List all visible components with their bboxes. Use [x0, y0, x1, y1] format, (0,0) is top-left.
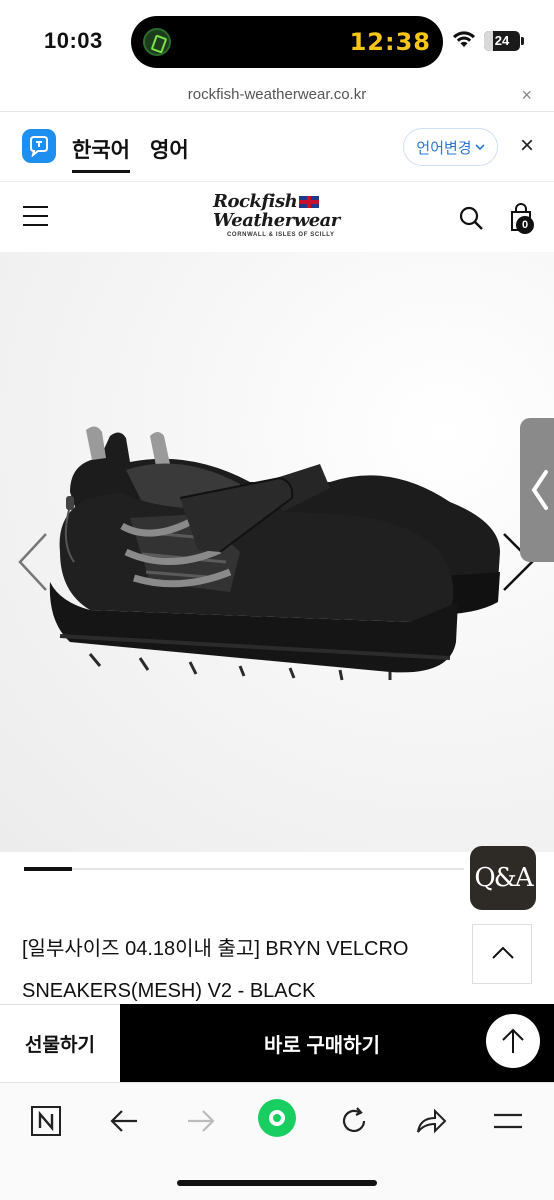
purchase-action-bar: 선물하기 바로 구매하기 [0, 1004, 554, 1082]
url-text[interactable]: rockfish-weatherwear.co.kr [0, 86, 554, 103]
product-title: [일부사이즈 04.18이내 출고] BRYN VELCRO SNEAKERS(… [22, 928, 462, 1012]
share-icon[interactable] [411, 1101, 451, 1141]
scroll-top-button[interactable] [486, 1014, 540, 1068]
logo-subtitle: CORNWALL & ISLES OF SCILLY [227, 232, 335, 238]
status-time: 10:03 [44, 28, 103, 53]
battery-percent: 24 [494, 33, 510, 48]
scroll-up-button[interactable] [472, 924, 532, 984]
reload-icon[interactable] [334, 1101, 374, 1141]
menu-lines-icon[interactable] [488, 1101, 528, 1141]
back-arrow-icon[interactable] [104, 1101, 144, 1141]
logo-line-1: Rockfish [213, 192, 343, 211]
chevron-down-icon [475, 140, 485, 154]
url-bar[interactable]: rockfish-weatherwear.co.kr × [0, 82, 554, 112]
side-panel-tab[interactable] [520, 418, 554, 562]
gallery-progress-track [24, 867, 464, 871]
product-title-line-1: [일부사이즈 04.18이내 출고] BRYN VELCRO [22, 938, 409, 960]
translate-bar: 한국어 영어 언어변경 × [0, 112, 554, 182]
battery-icon: 24 [484, 31, 520, 51]
home-indicator [177, 1180, 377, 1186]
status-bar: 10:03 12:38 24 [0, 0, 554, 82]
forward-arrow-icon[interactable] [181, 1101, 221, 1141]
gift-button[interactable]: 선물하기 [0, 1004, 120, 1082]
wifi-icon [453, 31, 475, 47]
app-activity-icon [143, 28, 171, 56]
product-image[interactable] [0, 252, 554, 852]
change-language-label: 언어변경 [416, 139, 472, 157]
uk-flag-icon [299, 196, 320, 208]
search-icon[interactable] [458, 205, 484, 231]
battery-cap [521, 37, 524, 45]
menu-icon[interactable] [23, 206, 48, 226]
cart-count-badge: 0 [516, 216, 534, 234]
green-dot-icon[interactable] [256, 1097, 298, 1139]
naver-n-icon[interactable] [26, 1101, 66, 1141]
logo-line-2: Weatherwear [213, 210, 340, 231]
chevron-left-icon[interactable] [14, 530, 50, 594]
site-header: Rockfish Weatherwear CORNWALL & ISLES OF… [0, 182, 554, 252]
change-language-button[interactable]: 언어변경 [403, 128, 498, 166]
brand-logo[interactable]: Rockfish Weatherwear CORNWALL & ISLES OF… [213, 192, 343, 244]
dynamic-island[interactable]: 12:38 [131, 16, 443, 68]
arrow-up-icon [502, 1028, 524, 1053]
shoe-illustration [49, 426, 500, 681]
tab-english[interactable]: 영어 [150, 134, 189, 164]
gallery-progress-fill [24, 867, 73, 871]
papago-translate-icon[interactable] [22, 129, 56, 163]
qa-button[interactable]: Q&A [470, 846, 536, 910]
island-timer: 12:38 [349, 28, 431, 56]
tab-korean[interactable]: 한국어 [72, 134, 130, 173]
side-panel-chevron-icon [531, 470, 548, 510]
chevron-up-icon [492, 946, 514, 959]
url-close-icon[interactable]: × [521, 85, 532, 106]
battery-level [484, 31, 493, 51]
translate-close-icon[interactable]: × [520, 132, 534, 160]
